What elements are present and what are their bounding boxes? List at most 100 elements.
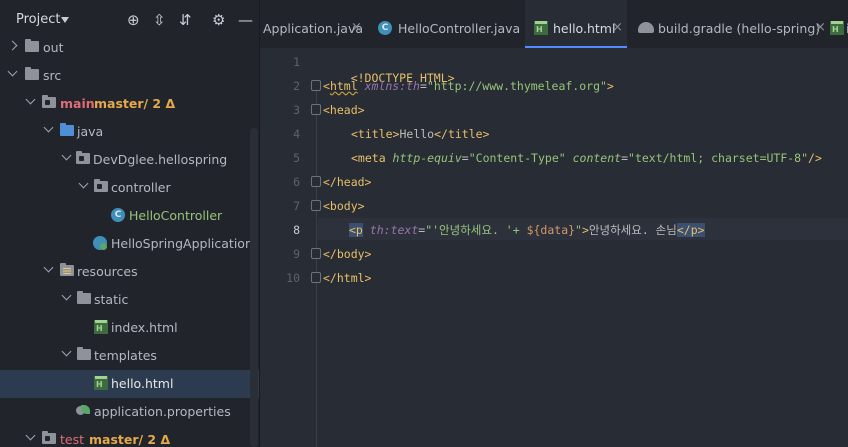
code-editor[interactable]: 1 2 3 4 5 6 7 8 9 10 <!DOCTYPE HTML> <ht… (260, 48, 848, 447)
code-token: "Content-Type" (468, 151, 566, 165)
code-token: xmlns:th (364, 79, 420, 93)
fold-marker-icon[interactable] (311, 176, 321, 187)
tree-item-out[interactable]: out (0, 34, 259, 62)
chevron-down-icon[interactable] (7, 66, 18, 77)
hide-icon[interactable]: — (238, 11, 253, 29)
chevron-down-icon[interactable] (25, 94, 36, 105)
fold-marker-icon[interactable] (311, 248, 321, 259)
line-number: 9 (293, 247, 300, 261)
tree-item-hellospringapplication[interactable]: HelloSpringApplication (0, 230, 259, 258)
chevron-down-icon[interactable] (61, 290, 72, 301)
tree-item-label: application.properties (94, 404, 231, 419)
tab-build-gradle[interactable]: build.gradle (hello-spring) × (630, 0, 830, 48)
code-token: /> (808, 151, 822, 165)
module-folder-icon (42, 95, 56, 108)
code-token: ${data} (526, 223, 576, 237)
chevron-down-icon[interactable] (43, 262, 54, 273)
tab-overflow[interactable]: i (830, 0, 848, 48)
tree-item-label: main (60, 96, 95, 111)
tree-item-controller[interactable]: controller (0, 174, 259, 202)
tree-item-hello-html[interactable]: hello.html (0, 370, 259, 398)
tree-item-package[interactable]: DevDglee.hellospring (0, 146, 259, 174)
line-number: 8 (293, 223, 300, 237)
code-token: > (581, 223, 589, 237)
git-branch-status: master/ 2 Δ (94, 96, 176, 111)
chevron-down-icon[interactable] (78, 178, 89, 189)
code-token: < (323, 79, 330, 93)
tree-item-resources[interactable]: resources (0, 258, 259, 286)
project-title[interactable]: Project (16, 12, 60, 27)
tree-item-application-properties[interactable]: application.properties (0, 398, 259, 426)
tree-item-hellocontroller[interactable]: C HelloController (0, 202, 259, 230)
code-token: = (461, 151, 469, 165)
tree-scrollbar[interactable] (250, 128, 258, 447)
tree-item-label: static (94, 292, 129, 307)
chevron-down-icon[interactable] (61, 150, 72, 161)
code-token: <title> (351, 127, 400, 141)
tree-item-index-html[interactable]: index.html (0, 314, 259, 342)
tree-item-java[interactable]: java (0, 118, 259, 146)
chevron-down-icon[interactable] (43, 122, 54, 133)
module-folder-icon (42, 431, 56, 444)
tree-item-label: templates (94, 348, 157, 363)
code-token: content (572, 151, 622, 165)
tab-label: hello.html (553, 21, 616, 36)
code-token: "text/html; charset=UTF-8" (628, 151, 809, 165)
locate-icon[interactable]: ⊕ (127, 11, 140, 29)
folder-icon (25, 39, 39, 52)
tree-item-label: HelloController (129, 208, 223, 223)
folder-icon (77, 347, 91, 360)
code-token: http-equiv (392, 151, 462, 165)
code-line-6: </head> (323, 174, 371, 190)
source-folder-icon (60, 123, 74, 136)
tree-item-main[interactable]: main master/ 2 Δ (0, 90, 259, 118)
tree-item-test[interactable]: test master/ 2 Δ (0, 426, 259, 447)
code-token: "'안녕하세요. '+ (425, 223, 527, 237)
tree-item-label: hello.html (111, 376, 174, 391)
tab-label: Application.java (263, 21, 364, 36)
line-number: 6 (293, 175, 300, 189)
collapse-all-icon[interactable]: ⇵ (179, 11, 192, 29)
expand-all-icon[interactable]: ⇳ (153, 11, 166, 29)
close-icon[interactable]: × (351, 20, 362, 36)
close-icon[interactable]: × (815, 20, 826, 36)
tab-label: build.gradle (hello-spring) (658, 21, 821, 36)
tree-item-label: out (43, 40, 64, 55)
chevron-down-icon[interactable] (25, 430, 36, 441)
fold-marker-icon[interactable] (311, 272, 321, 283)
chevron-right-icon[interactable] (7, 40, 18, 51)
git-branch-status: master/ 2 Δ (89, 432, 171, 447)
code-token: </html> (323, 271, 372, 285)
gear-icon[interactable]: ⚙ (212, 11, 225, 29)
tree-item-src[interactable]: src (0, 62, 259, 90)
tree-item-label: test (60, 432, 85, 447)
code-line-2: <html xmlns:th="http://www.thymeleaf.org… (323, 78, 614, 94)
code-token: </p> (676, 223, 705, 237)
tree-item-static[interactable]: static (0, 286, 259, 314)
tab-hellocontroller-java[interactable]: C HelloController.java (370, 0, 524, 48)
fold-marker-icon[interactable] (311, 104, 321, 115)
code-token: > (606, 79, 614, 93)
code-token: <head> (323, 103, 365, 117)
project-panel: Project ⊕ ⇳ ⇵ ⚙ — out src main master/ 2… (0, 0, 259, 447)
chevron-down-icon[interactable] (61, 346, 72, 357)
chevron-down-icon[interactable] (61, 17, 69, 23)
line-number: 5 (293, 151, 300, 165)
line-number: 2 (293, 79, 300, 93)
class-icon: C (378, 21, 392, 35)
tree-item-label: controller (111, 180, 171, 195)
code-token: "http://www.thymeleaf.org" (426, 79, 607, 93)
tree-item-label: index.html (111, 320, 178, 335)
fold-marker-icon[interactable] (311, 80, 321, 91)
code-token: <meta (351, 151, 393, 165)
fold-marker-icon[interactable] (311, 200, 321, 211)
close-icon[interactable]: × (612, 20, 623, 36)
resources-folder-icon (60, 263, 74, 276)
tab-application-java[interactable]: Application.java × (260, 0, 364, 48)
tree-item-label: DevDglee.hellospring (93, 152, 228, 167)
tree-item-templates[interactable]: templates (0, 342, 259, 370)
html-file-icon (94, 320, 108, 334)
tab-hello-html[interactable]: hello.html × (525, 0, 627, 48)
code-token: </title> (434, 127, 490, 141)
class-icon: C (111, 208, 125, 222)
